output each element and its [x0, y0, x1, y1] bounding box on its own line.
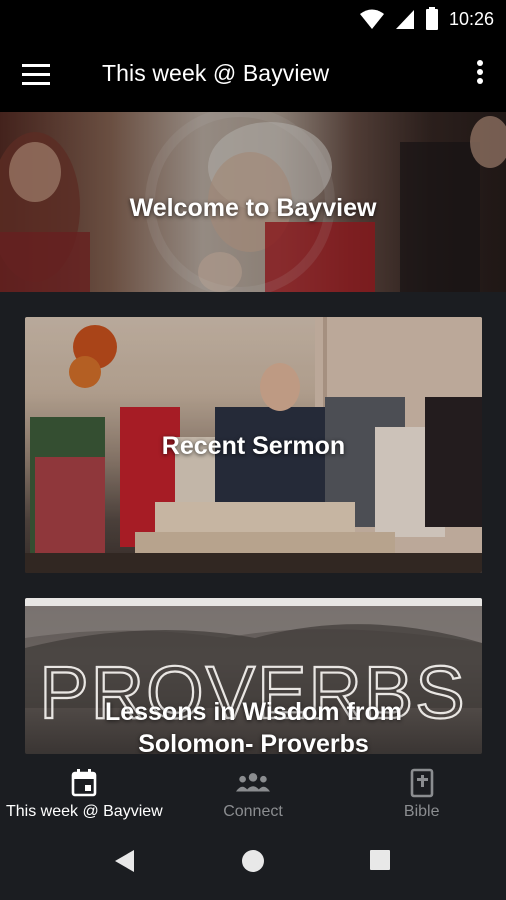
- recents-square-icon: [370, 850, 390, 870]
- cell-signal-icon: [395, 10, 414, 29]
- system-back-button[interactable]: [112, 848, 142, 878]
- status-time: 10:26: [448, 8, 494, 29]
- bottom-navigation: This week @ Bayview Connect Bible: [0, 754, 506, 824]
- nav-label-bible: Bible: [403, 803, 440, 820]
- recent-sermon-card[interactable]: Recent Sermon: [25, 317, 482, 573]
- recent-sermon-title: Recent Sermon: [161, 432, 346, 460]
- content-feed[interactable]: Welcome to Bayview Recent Sermon PROVERB…: [0, 112, 506, 754]
- welcome-tile[interactable]: Welcome to Bayview: [0, 112, 506, 292]
- bible-icon: [410, 768, 433, 798]
- app-bar: This week @ Bayview: [0, 38, 506, 112]
- wifi-icon: [359, 9, 384, 29]
- status-indicators: 10:26: [359, 6, 494, 32]
- menu-button[interactable]: [22, 60, 56, 90]
- people-icon: [236, 773, 270, 792]
- battery-icon: [425, 7, 438, 30]
- back-triangle-icon: [115, 850, 134, 872]
- status-bar: 10:26: [0, 0, 506, 38]
- proverbs-card-title: Lessons in Wisdom from Solomon- Proverbs: [104, 698, 403, 754]
- nav-item-connect[interactable]: Connect: [169, 754, 338, 824]
- home-circle-icon: [242, 850, 264, 872]
- hamburger-menu-icon: [22, 64, 50, 85]
- nav-label-connect: Connect: [223, 803, 283, 820]
- more-vertical-icon: [477, 60, 483, 84]
- system-home-button[interactable]: [240, 848, 270, 878]
- welcome-tile-title: Welcome to Bayview: [129, 194, 377, 222]
- nav-item-bible[interactable]: Bible: [337, 754, 506, 824]
- overflow-menu-button[interactable]: [470, 58, 490, 92]
- system-navigation-bar: [0, 824, 506, 900]
- nav-label-this-week: This week @ Bayview: [5, 803, 163, 820]
- system-recents-button[interactable]: [368, 848, 398, 878]
- page-title: This week @ Bayview: [102, 60, 330, 86]
- calendar-icon: [72, 769, 97, 797]
- nav-item-this-week[interactable]: This week @ Bayview: [0, 754, 169, 824]
- proverbs-card[interactable]: PROVERBS Lessons in Wisdom from Solomon-…: [25, 598, 482, 754]
